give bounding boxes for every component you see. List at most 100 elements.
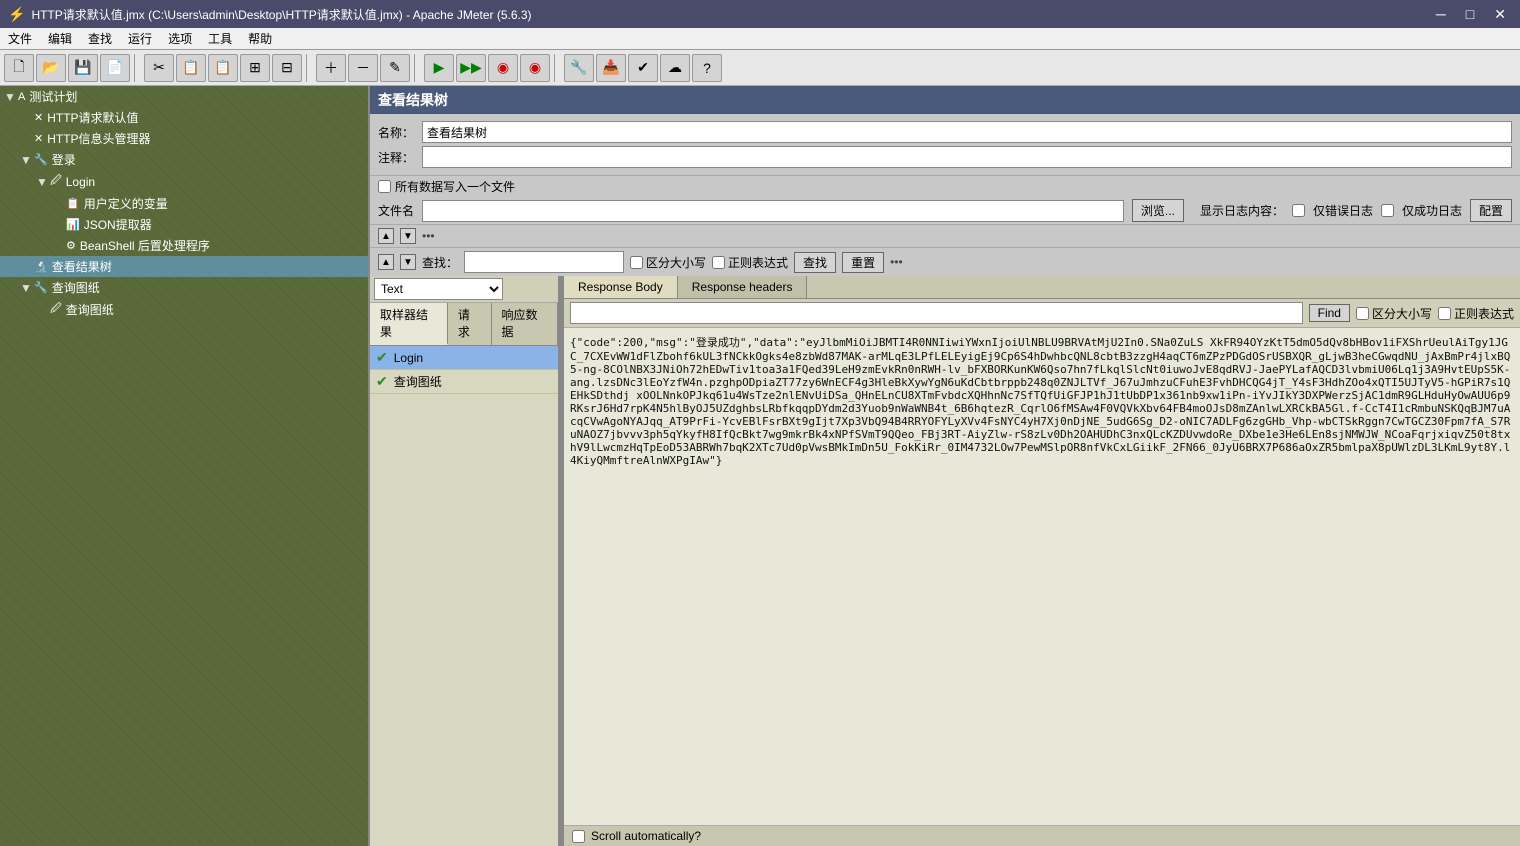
menu-item-帮助[interactable]: 帮助 [240, 28, 280, 49]
config-button[interactable]: 配置 [1470, 199, 1512, 222]
run-button[interactable]: ▶ [424, 54, 454, 82]
paste-button[interactable]: 📋 [208, 54, 238, 82]
menu-item-文件[interactable]: 文件 [0, 28, 40, 49]
result-item[interactable]: ✔查询图纸 [370, 370, 558, 394]
comment-input[interactable] [422, 146, 1512, 168]
expand-icon[interactable]: ▼ [36, 175, 48, 189]
detail-panel: Response Body Response headers Find 区分大小… [564, 276, 1520, 846]
expand-icon[interactable]: ▼ [4, 90, 16, 104]
tab-response-headers[interactable]: Response headers [678, 276, 808, 298]
tab-response-body[interactable]: Response Body [564, 276, 678, 298]
tree-item[interactable]: ▼🖉Login [0, 170, 368, 193]
collapse-all-button[interactable]: ⊟ [272, 54, 302, 82]
tree-item[interactable]: ⚙BeanShell 后置处理程序 [0, 235, 368, 256]
regex-checkbox[interactable] [712, 256, 725, 269]
scroll-auto-checkbox[interactable] [572, 830, 585, 843]
stop-button[interactable]: ◉ [488, 54, 518, 82]
tree-item[interactable]: ✕HTTP请求默认值 [0, 107, 368, 128]
tree-item-label: HTTP信息头管理器 [47, 130, 150, 147]
browse-button[interactable]: 浏览... [1132, 199, 1184, 222]
expand-icon[interactable]: ▼ [20, 281, 32, 295]
format-bar: TextHTMLJSONXMLRegexp TesterCSS/JQuery T… [370, 276, 558, 303]
check-button[interactable]: ✔ [628, 54, 658, 82]
search-input[interactable] [464, 251, 624, 273]
case-sensitive-check: 区分大小写 [630, 254, 706, 271]
reset-button[interactable]: 重置 [842, 252, 884, 273]
sep4 [554, 54, 560, 82]
save-button[interactable]: 💾 [68, 54, 98, 82]
success-log-checkbox[interactable] [1381, 204, 1394, 217]
tab-sampler-results[interactable]: 取样器结果 [370, 303, 448, 345]
format-select[interactable]: TextHTMLJSONXMLRegexp TesterCSS/JQuery T… [374, 278, 503, 300]
save-copy-button[interactable]: 📄 [100, 54, 130, 82]
close-button[interactable]: ✕ [1488, 6, 1512, 23]
menu-item-工具[interactable]: 工具 [200, 28, 240, 49]
run-thread-button[interactable]: ▶▶ [456, 54, 486, 82]
file-checkbox[interactable] [378, 180, 391, 193]
comment-label: 注释： [378, 149, 414, 166]
log-display-label: 显示日志内容： [1200, 202, 1284, 219]
tree-item[interactable]: 📋用户定义的变量 [0, 193, 368, 214]
resp-regex-checkbox[interactable] [1438, 307, 1451, 320]
file-name-input[interactable] [422, 200, 1124, 222]
tree-item-icon: 🔬 [34, 260, 48, 273]
tree-item[interactable]: ✕HTTP信息头管理器 [0, 128, 368, 149]
result-item-icon: ✔ [376, 373, 388, 390]
result-item[interactable]: ✔Login [370, 346, 558, 370]
tree-item[interactable]: ▼🔧登录 [0, 149, 368, 170]
case-sensitive-checkbox[interactable] [630, 256, 643, 269]
response-find-button[interactable]: Find [1309, 304, 1350, 322]
scroll-down-btn[interactable]: ▼ [400, 228, 416, 244]
menu-item-查找[interactable]: 查找 [80, 28, 120, 49]
menu-item-运行[interactable]: 运行 [120, 28, 160, 49]
maximize-button[interactable]: □ [1460, 6, 1480, 23]
expand-all-button[interactable]: ⊞ [240, 54, 270, 82]
open-button[interactable]: 📂 [36, 54, 66, 82]
menu-item-编辑[interactable]: 编辑 [40, 28, 80, 49]
search-scroll-down[interactable]: ▼ [400, 254, 416, 270]
remote-button[interactable]: 📥 [596, 54, 626, 82]
sep2 [306, 54, 312, 82]
file-row: 文件名 浏览... 显示日志内容： 仅错误日志 仅成功日志 配置 [370, 197, 1520, 224]
tree-item[interactable]: 📊JSON提取器 [0, 214, 368, 235]
minimize-button[interactable]: ─ [1430, 6, 1452, 23]
menu-item-选项[interactable]: 选项 [160, 28, 200, 49]
response-search-input[interactable] [570, 302, 1303, 324]
remove-button[interactable]: － [348, 54, 378, 82]
cut-button[interactable]: ✂ [144, 54, 174, 82]
response-search: Find 区分大小写 正则表达式 [564, 299, 1520, 328]
settings-button[interactable]: 🔧 [564, 54, 594, 82]
help-button[interactable]: ? [692, 54, 722, 82]
tab-response[interactable]: 响应数据 [492, 303, 558, 345]
tree-item[interactable]: 🔬查看结果树 [0, 256, 368, 277]
comment-row: 注释： [378, 146, 1512, 168]
shutdown-button[interactable]: ◉ [520, 54, 550, 82]
add-button[interactable]: ＋ [316, 54, 346, 82]
result-tabs: 取样器结果 请求 响应数据 [370, 303, 558, 346]
tree-item[interactable]: ▼🔧查询图纸 [0, 277, 368, 298]
tab-request[interactable]: 请求 [448, 303, 492, 345]
form-area: 名称： 注释： [370, 114, 1520, 175]
toolbar: 🗋 📂 💾 📄 ✂ 📋 📋 ⊞ ⊟ ＋ － ✎ ▶ ▶▶ ◉ ◉ 🔧 📥 ✔ ☁… [0, 50, 1520, 86]
new-button[interactable]: 🗋 [4, 54, 34, 82]
edit-button[interactable]: ✎ [380, 54, 410, 82]
tree-item-icon: 🖉 [50, 172, 62, 191]
search-button[interactable]: 查找 [794, 252, 836, 273]
title-bar: ⚡ HTTP请求默认值.jmx (C:\Users\admin\Desktop\… [0, 0, 1520, 28]
err-log-checkbox[interactable] [1292, 204, 1305, 217]
search-scroll-up[interactable]: ▲ [378, 254, 394, 270]
name-input[interactable] [422, 121, 1512, 143]
result-items: ✔Login✔查询图纸 [370, 346, 558, 846]
tree-item-label: BeanShell 后置处理程序 [80, 237, 210, 254]
copy-button[interactable]: 📋 [176, 54, 206, 82]
search-label: 查找： [422, 254, 458, 271]
resp-case-label: 区分大小写 [1372, 305, 1432, 322]
scroll-up-btn[interactable]: ▲ [378, 228, 394, 244]
search-bar-top: ▲ ▼ ••• [370, 224, 1520, 247]
tree-item-label: 用户定义的变量 [84, 195, 168, 212]
cloud-button[interactable]: ☁ [660, 54, 690, 82]
resp-case-checkbox[interactable] [1356, 307, 1369, 320]
expand-icon[interactable]: ▼ [20, 153, 32, 167]
tree-item[interactable]: 🖉查询图纸 [0, 298, 368, 321]
tree-item[interactable]: ▼A测试计划 [0, 86, 368, 107]
